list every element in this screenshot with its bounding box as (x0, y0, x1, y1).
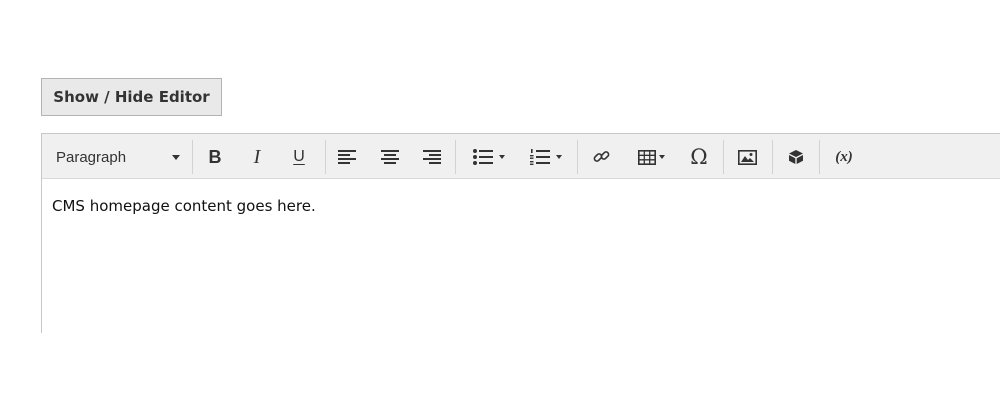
toolbar-separator (325, 140, 326, 174)
image-icon (737, 149, 757, 165)
show-hide-editor-button[interactable]: Show / Hide Editor (41, 78, 222, 116)
chevron-down-icon (658, 155, 665, 159)
bullet-list-icon (473, 149, 493, 165)
format-select-value: Paragraph (56, 148, 127, 166)
variable-icon: (x) (835, 148, 853, 165)
align-left-icon (338, 150, 356, 164)
rich-text-editor: Paragraph B I U Ω (x) CMS homepage conte… (41, 133, 1000, 333)
insert-image-button[interactable] (733, 142, 761, 172)
table-icon (637, 149, 656, 165)
numbered-list-icon (530, 149, 550, 165)
chevron-down-icon (499, 155, 505, 159)
toolbar-separator (192, 140, 193, 174)
embed-icon (789, 150, 803, 164)
link-button[interactable] (588, 142, 616, 172)
toolbar-separator (772, 140, 773, 174)
chevron-down-icon (556, 155, 562, 159)
format-select[interactable]: Paragraph (46, 142, 186, 172)
toolbar-separator (723, 140, 724, 174)
bullet-list-button[interactable] (464, 142, 514, 172)
toolbar-separator (455, 140, 456, 174)
align-right-button[interactable] (418, 142, 446, 172)
align-center-icon (381, 150, 399, 164)
underline-button[interactable]: U (286, 142, 312, 172)
italic-button[interactable]: I (244, 142, 270, 172)
insert-variable-button[interactable]: (x) (828, 142, 860, 172)
link-icon (593, 151, 610, 162)
align-right-icon (423, 150, 441, 164)
numbered-list-button[interactable] (521, 142, 571, 172)
editor-toolbar: Paragraph B I U Ω (x) (42, 134, 1000, 179)
underline-icon: U (293, 148, 305, 165)
toolbar-separator (577, 140, 578, 174)
bold-button[interactable]: B (202, 142, 228, 172)
table-button[interactable] (630, 142, 672, 172)
special-character-button[interactable]: Ω (685, 142, 713, 172)
editor-content-text: CMS homepage content goes here. (52, 197, 316, 215)
embed-button[interactable] (782, 142, 810, 172)
toolbar-separator (819, 140, 820, 174)
editor-content-area[interactable]: CMS homepage content goes here. (42, 179, 1000, 233)
bold-icon: B (208, 146, 222, 167)
italic-icon: I (253, 145, 261, 168)
align-center-button[interactable] (376, 142, 404, 172)
caret-down-icon (172, 155, 180, 160)
omega-icon: Ω (690, 145, 708, 169)
align-left-button[interactable] (333, 142, 361, 172)
